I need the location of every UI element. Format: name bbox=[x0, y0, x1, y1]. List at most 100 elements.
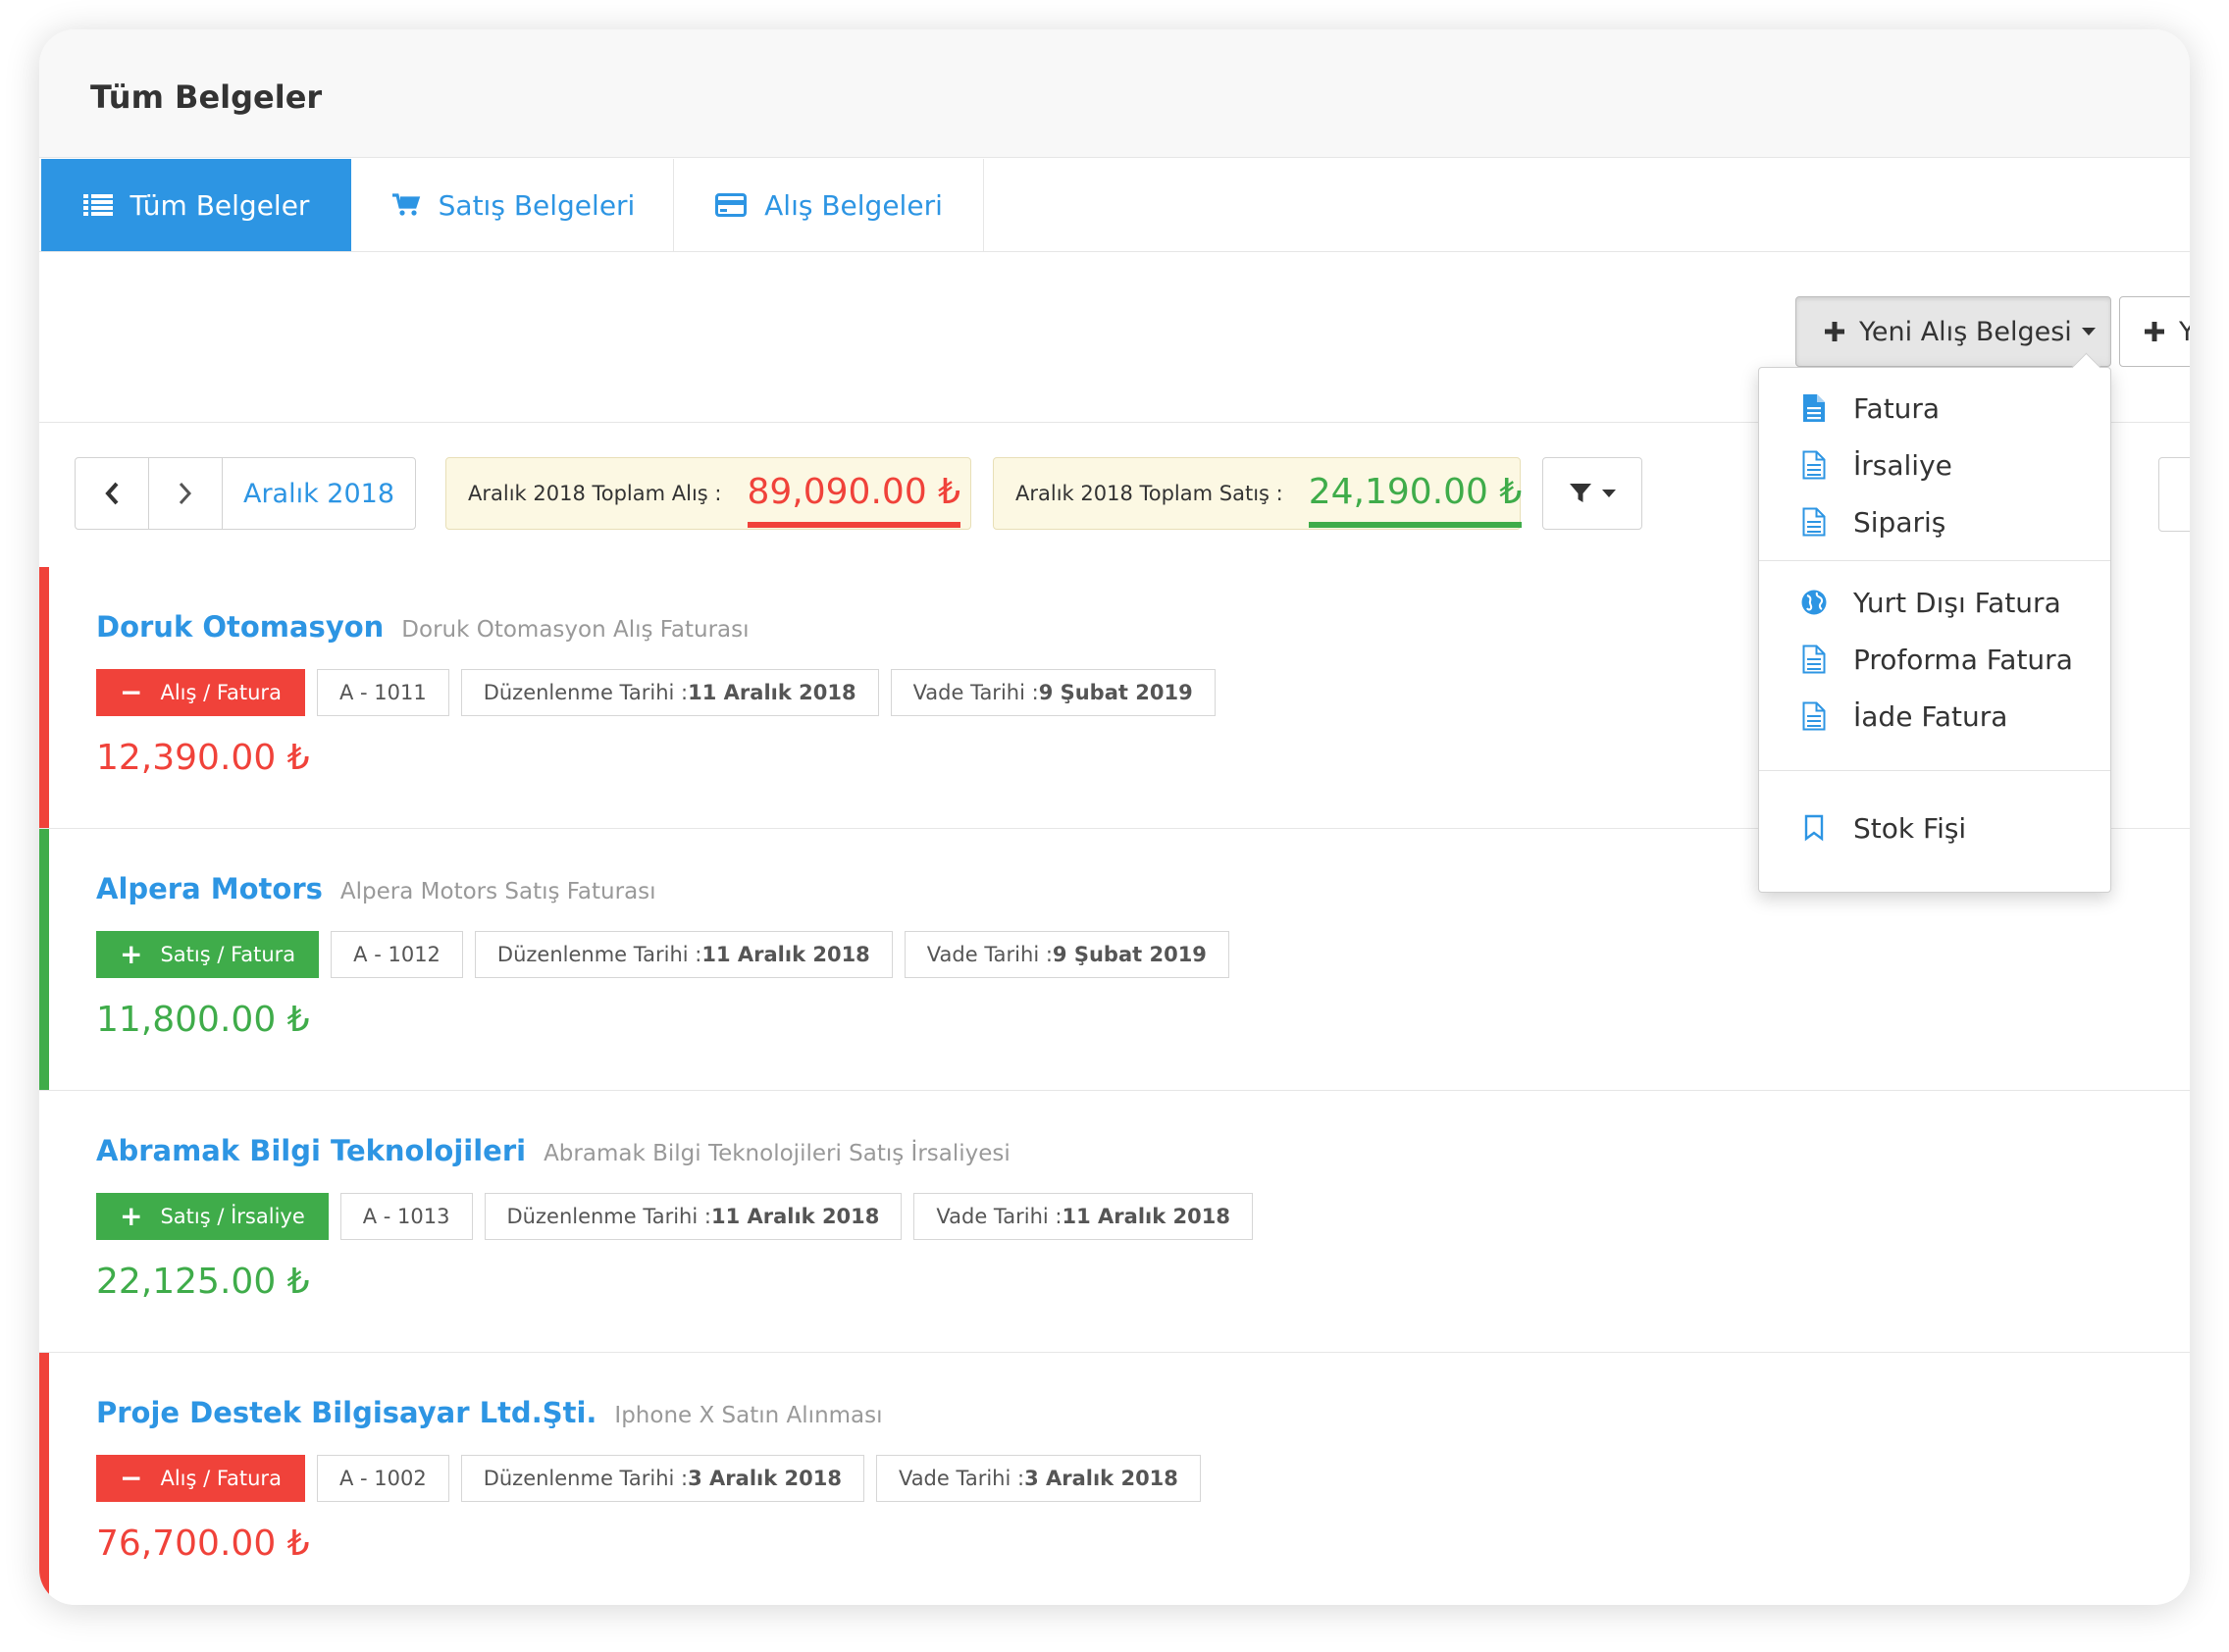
document-number: A - 1002 bbox=[316, 1455, 449, 1502]
company-name-link[interactable]: Doruk Otomasyon bbox=[96, 610, 384, 644]
menu-item-label: Proforma Fatura bbox=[1853, 643, 2073, 676]
new-sales-document-button[interactable]: Y bbox=[2119, 296, 2190, 367]
tab-purchase-documents[interactable]: Alış Belgeleri bbox=[675, 159, 983, 251]
page-header: Tüm Belgeler bbox=[39, 29, 2190, 158]
app-window: Tüm Belgeler Tüm Belgeler Satış Belgeler… bbox=[39, 29, 2190, 1605]
menu-item-invoice[interactable]: Fatura bbox=[1759, 380, 2110, 437]
document-type-label: Alış / Fatura bbox=[160, 1467, 282, 1490]
total-purchase-value: 89,090.00 ₺ bbox=[747, 471, 961, 528]
new-purchase-document-label: Yeni Alış Belgesi bbox=[1859, 316, 2072, 347]
due-date-label: Vade Tarihi : bbox=[898, 1467, 1025, 1490]
issue-date-label: Düzenlenme Tarihi : bbox=[483, 1467, 689, 1490]
menu-item-stock-slip[interactable]: Stok Fişi bbox=[1759, 800, 2110, 856]
file-text-icon bbox=[1800, 645, 1828, 674]
total-purchase-amount: 89,090.00 ₺ bbox=[747, 471, 961, 512]
new-sales-document-label: Y bbox=[2179, 317, 2190, 347]
document-type-label: Satış / İrsaliye bbox=[160, 1205, 305, 1228]
document-description: Alpera Motors Satış Faturası bbox=[339, 879, 656, 904]
caret-down-icon bbox=[2081, 328, 2096, 336]
company-name-link[interactable]: Abramak Bilgi Teknolojileri bbox=[96, 1134, 526, 1167]
due-date-value: 11 Aralık 2018 bbox=[1062, 1205, 1230, 1228]
chevron-right-icon bbox=[177, 481, 194, 506]
tab-sales-documents[interactable]: Satış Belgeleri bbox=[353, 159, 673, 251]
purchase-indicator-bar bbox=[39, 1353, 49, 1605]
menu-item-order[interactable]: Sipariş bbox=[1759, 493, 2110, 550]
filter-button[interactable] bbox=[1542, 457, 1642, 530]
menu-divider bbox=[1759, 770, 2110, 771]
document-row: Abramak Bilgi Teknolojileri Abramak Bilg… bbox=[39, 1091, 2190, 1353]
tab-all-documents-label: Tüm Belgeler bbox=[130, 188, 310, 222]
tab-purchase-documents-label: Alış Belgeleri bbox=[764, 188, 943, 222]
document-number: A - 1011 bbox=[316, 669, 449, 716]
plus-icon: + bbox=[120, 1200, 143, 1232]
cart-icon bbox=[391, 192, 421, 218]
document-type-badge: + Satış / Fatura bbox=[96, 931, 320, 978]
issue-date: Düzenlenme Tarihi : 3 Aralık 2018 bbox=[460, 1455, 864, 1502]
due-date-label: Vade Tarihi : bbox=[926, 943, 1053, 966]
previous-month-button[interactable] bbox=[76, 458, 149, 529]
total-sales-value: 24,190.00 ₺ bbox=[1308, 472, 1523, 528]
document-type-badge: − Alış / Fatura bbox=[96, 1455, 305, 1502]
due-date: Vade Tarihi : 9 Şubat 2019 bbox=[904, 931, 1229, 978]
chevron-left-icon bbox=[103, 481, 121, 506]
due-date-label: Vade Tarihi : bbox=[936, 1205, 1063, 1228]
new-purchase-document-button[interactable]: Yeni Alış Belgesi bbox=[1795, 296, 2111, 367]
due-date-value: 9 Şubat 2019 bbox=[1052, 943, 1207, 966]
menu-item-label: Stok Fişi bbox=[1853, 811, 1967, 845]
document-number: A - 1013 bbox=[339, 1193, 473, 1240]
menu-item-label: Sipariş bbox=[1853, 505, 1946, 539]
document-row: Proje Destek Bilgisayar Ltd.Şti. Iphone … bbox=[39, 1353, 2190, 1605]
tab-divider bbox=[983, 159, 984, 251]
total-purchase-label: Aralık 2018 Toplam Alış : bbox=[468, 482, 722, 505]
due-date-label: Vade Tarihi : bbox=[912, 681, 1039, 704]
total-sales-underline bbox=[1308, 521, 1523, 528]
document-type-label: Alış / Fatura bbox=[160, 681, 282, 704]
menu-item-waybill[interactable]: İrsaliye bbox=[1759, 437, 2110, 493]
issue-date-value: 3 Aralık 2018 bbox=[688, 1467, 842, 1490]
menu-divider bbox=[1759, 560, 2110, 561]
document-description: Abramak Bilgi Teknolojileri Satış İrsali… bbox=[544, 1141, 1011, 1166]
menu-item-proforma-invoice[interactable]: Proforma Fatura bbox=[1759, 631, 2110, 688]
credit-card-icon bbox=[715, 193, 748, 217]
total-sales-box: Aralık 2018 Toplam Satış : 24,190.00 ₺ bbox=[993, 457, 1523, 530]
plus-icon: + bbox=[120, 938, 143, 970]
next-month-button[interactable] bbox=[149, 458, 223, 529]
company-name-link[interactable]: Alpera Motors bbox=[96, 872, 323, 905]
due-date-value: 3 Aralık 2018 bbox=[1024, 1467, 1178, 1490]
issue-date-value: 11 Aralık 2018 bbox=[688, 681, 856, 704]
month-navigator: Aralık 2018 bbox=[75, 457, 416, 530]
bookmark-icon bbox=[1800, 814, 1828, 842]
total-sales-label: Aralık 2018 Toplam Satış : bbox=[1015, 482, 1283, 505]
issue-date: Düzenlenme Tarihi : 11 Aralık 2018 bbox=[474, 931, 893, 978]
menu-item-label: İrsaliye bbox=[1853, 448, 1952, 482]
list-icon bbox=[82, 193, 113, 217]
file-text-solid-icon bbox=[1800, 393, 1828, 423]
issue-date-label: Düzenlenme Tarihi : bbox=[506, 1205, 711, 1228]
file-text-icon bbox=[1800, 507, 1828, 537]
current-month-button[interactable]: Aralık 2018 bbox=[223, 458, 415, 529]
minus-icon: − bbox=[120, 1462, 143, 1494]
file-text-icon bbox=[1800, 701, 1828, 731]
menu-item-foreign-invoice[interactable]: Yurt Dışı Fatura bbox=[1759, 574, 2110, 631]
view-toggle-button[interactable] bbox=[2158, 457, 2190, 532]
tab-all-documents[interactable]: Tüm Belgeler bbox=[41, 159, 351, 251]
caret-down-icon bbox=[1602, 490, 1616, 497]
document-number: A - 1012 bbox=[331, 931, 463, 978]
issue-date-label: Düzenlenme Tarihi : bbox=[496, 943, 702, 966]
issue-date: Düzenlenme Tarihi : 11 Aralık 2018 bbox=[460, 669, 879, 716]
document-type-label: Satış / Fatura bbox=[160, 943, 296, 966]
page-title: Tüm Belgeler bbox=[90, 78, 323, 116]
file-text-icon bbox=[1800, 450, 1828, 480]
due-date: Vade Tarihi : 11 Aralık 2018 bbox=[913, 1193, 1253, 1240]
document-type-badge: + Satış / İrsaliye bbox=[96, 1193, 329, 1240]
document-description: Iphone X Satın Alınması bbox=[614, 1403, 883, 1428]
purchase-indicator-bar bbox=[39, 567, 49, 828]
document-amount: 22,125.00 ₺ bbox=[96, 1262, 310, 1302]
due-date: Vade Tarihi : 9 Şubat 2019 bbox=[890, 669, 1216, 716]
globe-icon bbox=[1800, 589, 1828, 616]
tab-divider bbox=[673, 159, 674, 251]
menu-item-label: İade Fatura bbox=[1853, 699, 2008, 733]
company-name-link[interactable]: Proje Destek Bilgisayar Ltd.Şti. bbox=[96, 1396, 596, 1429]
menu-item-return-invoice[interactable]: İade Fatura bbox=[1759, 688, 2110, 745]
plus-icon bbox=[1824, 321, 1845, 342]
